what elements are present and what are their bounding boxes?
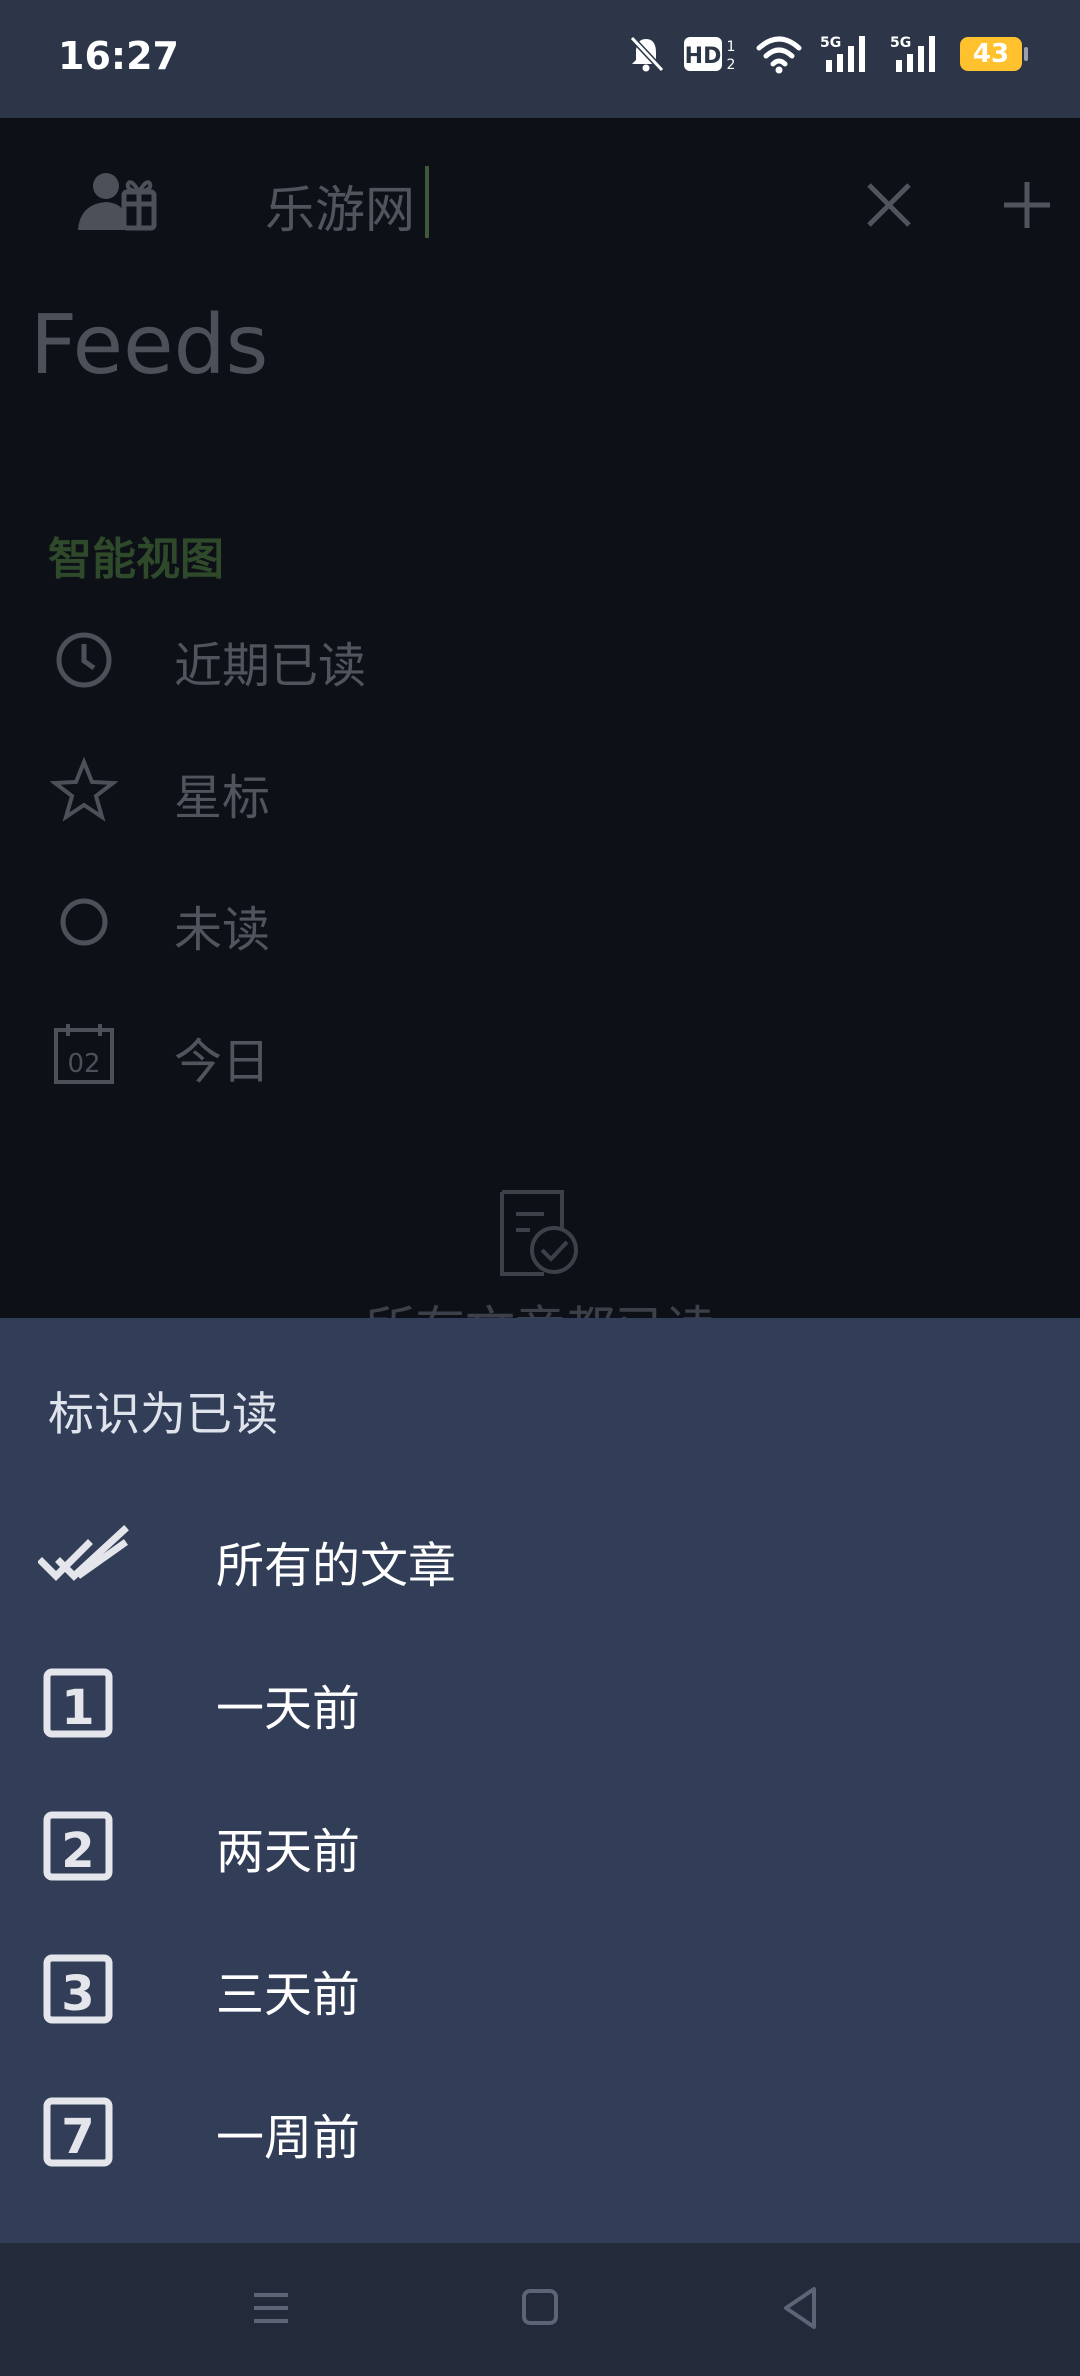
calendar-icon: 02 (50, 1020, 118, 1092)
circle-icon (50, 888, 118, 960)
option-label: 三天前 (216, 1967, 361, 2023)
close-icon[interactable] (864, 180, 914, 234)
wifi-icon (756, 34, 802, 74)
text-caret (425, 166, 429, 238)
search-input[interactable]: 乐游网 (265, 170, 415, 242)
mark-as-read-sheet: 标识为已读 所有的文章 1 一天前 2 两天前 3 三天前 7 一周前 (0, 1318, 1080, 2243)
option-label: 一天前 (216, 1681, 361, 1737)
one-box-icon: 1 (38, 1663, 118, 1747)
account-gift-icon[interactable] (76, 170, 160, 236)
add-icon[interactable] (1002, 180, 1052, 234)
all-read-icon (494, 1188, 584, 1282)
older-than-one-week-option[interactable]: 7 一周前 (0, 2062, 1080, 2202)
clock-icon (50, 626, 118, 698)
one-box-digit: 1 (61, 1680, 94, 1736)
calendar-icon-text: 02 (67, 1049, 100, 1079)
system-nav-bar (0, 2243, 1080, 2376)
seven-box-icon: 7 (38, 2092, 118, 2176)
hd-icon: HD 1 2 (684, 35, 738, 73)
page-title: Feeds (30, 298, 269, 393)
older-than-two-days-option[interactable]: 2 两天前 (0, 1776, 1080, 1916)
sheet-title: 标识为已读 (48, 1387, 278, 1441)
nav-item-label: 今日 (174, 1034, 271, 1090)
nav-item-label: 星标 (174, 770, 271, 826)
three-box-digit: 3 (61, 1966, 94, 2022)
svg-text:1: 1 (727, 39, 736, 55)
seven-box-digit: 7 (61, 2109, 94, 2165)
home-icon[interactable] (518, 2283, 562, 2337)
bell-mute-icon (626, 34, 666, 74)
option-label: 所有的文章 (216, 1538, 457, 1594)
battery-indicator: 43 (960, 37, 1028, 71)
nav-item-unread[interactable]: 未读 (0, 860, 1080, 980)
back-icon[interactable] (778, 2283, 822, 2337)
nav-item-starred[interactable]: 星标 (0, 728, 1080, 848)
svg-text:5G: 5G (890, 35, 911, 51)
menu-icon[interactable] (250, 2283, 292, 2337)
mark-all-articles-option[interactable]: 所有的文章 (0, 1490, 1080, 1630)
status-bar: 16:27 HD 1 2 5G 5G 43 (0, 0, 1080, 118)
older-than-three-days-option[interactable]: 3 三天前 (0, 1919, 1080, 2059)
svg-text:HD: HD (685, 44, 722, 69)
older-than-one-day-option[interactable]: 1 一天前 (0, 1633, 1080, 1773)
nav-item-label: 近期已读 (174, 638, 367, 694)
signal-5g-icon: 5G (820, 34, 872, 74)
svg-text:2: 2 (727, 57, 736, 73)
svg-text:5G: 5G (820, 35, 841, 51)
nav-item-label: 未读 (174, 902, 271, 958)
double-check-icon (37, 1520, 134, 1604)
status-time: 16:27 (58, 34, 179, 78)
two-box-icon: 2 (38, 1806, 118, 1890)
option-label: 一周前 (216, 2110, 361, 2166)
two-box-digit: 2 (61, 1823, 94, 1879)
status-icons: HD 1 2 5G 5G 43 (626, 34, 1028, 74)
three-box-icon: 3 (38, 1949, 118, 2033)
nav-item-today[interactable]: 02 今日 (0, 992, 1080, 1112)
star-icon (49, 756, 119, 828)
option-label: 两天前 (216, 1824, 361, 1880)
signal-5g-icon-2: 5G (890, 34, 942, 74)
section-label: 智能视图 (48, 534, 224, 585)
nav-item-recently-read[interactable]: 近期已读 (0, 596, 1080, 716)
